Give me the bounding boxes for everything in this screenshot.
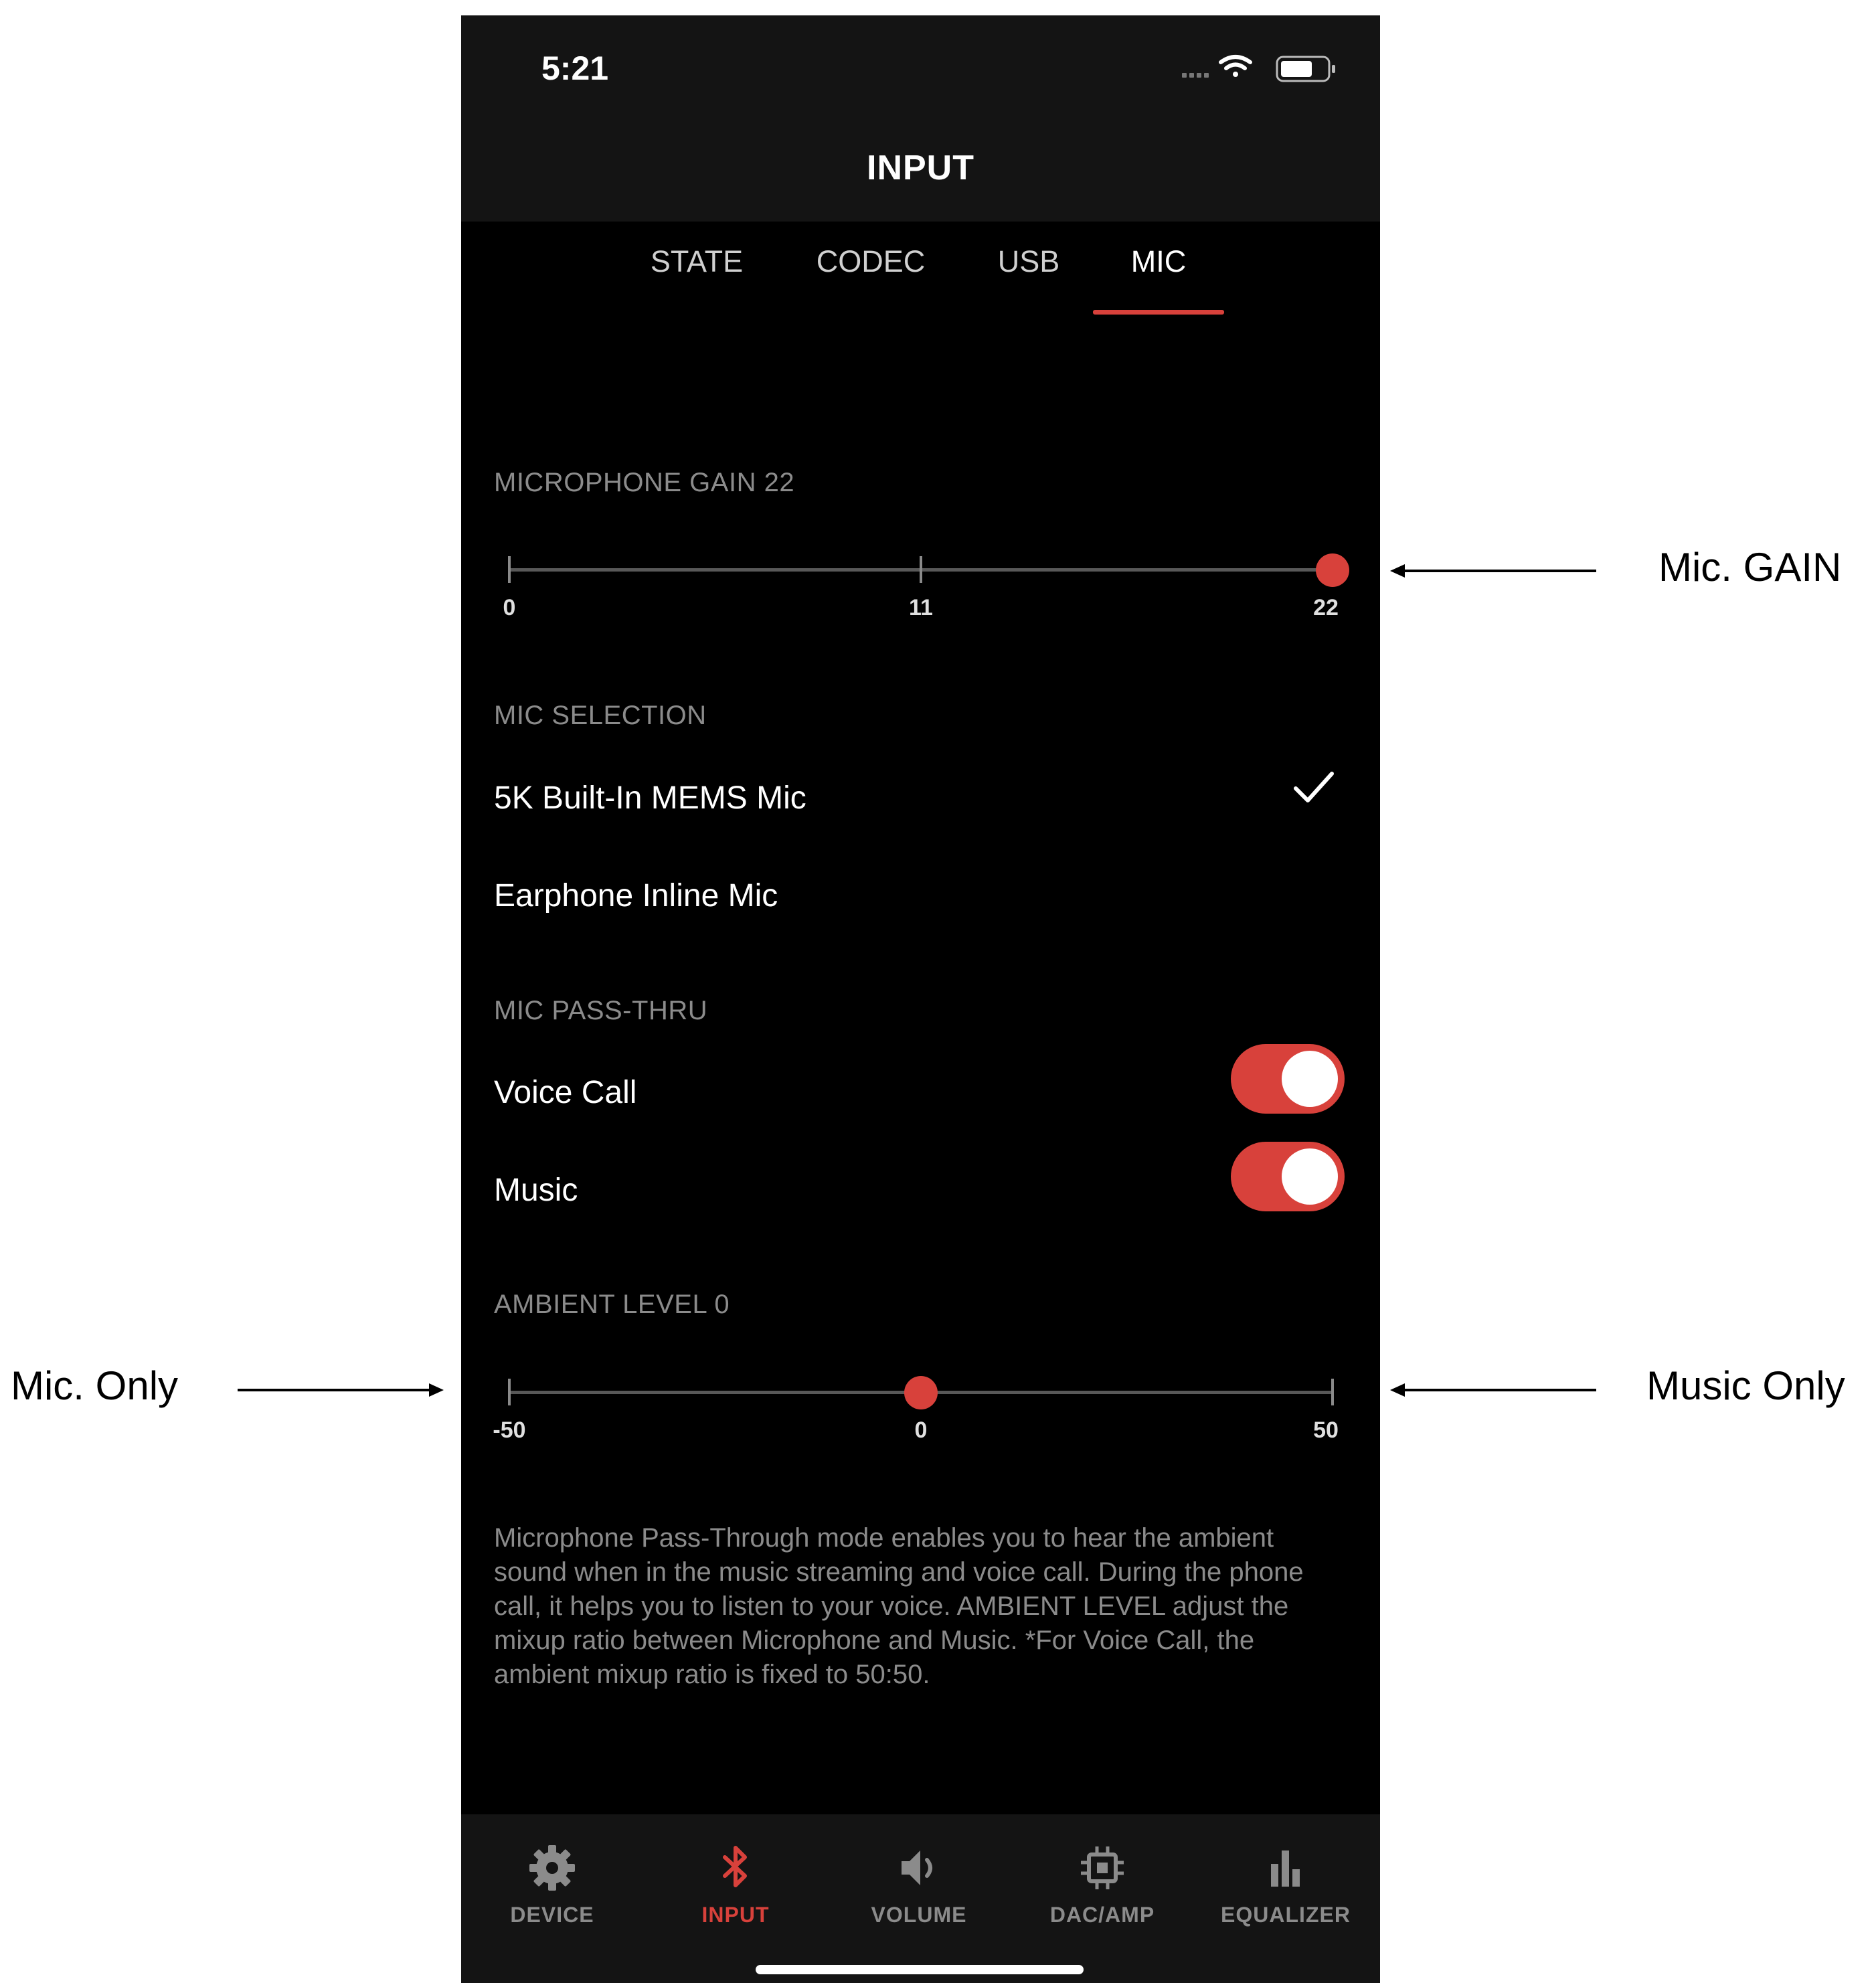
- bar-chart-icon: [1271, 1850, 1300, 1887]
- ambient-level-slider[interactable]: [508, 1372, 1334, 1412]
- mic-selection-label: MIC SELECTION: [494, 701, 707, 730]
- slider-tick: [508, 1379, 511, 1405]
- arrow-left-icon: [1390, 1383, 1596, 1397]
- nav-equalizer[interactable]: EQUALIZER: [1199, 1841, 1373, 1927]
- bluetooth-icon: [723, 1846, 747, 1887]
- slider-thumb[interactable]: [1316, 553, 1349, 587]
- gain-tick-label-min: 0: [503, 595, 516, 620]
- gear-icon: [529, 1845, 575, 1891]
- tab-usb[interactable]: USB: [998, 244, 1060, 279]
- battery-icon: [1276, 56, 1335, 82]
- nav-label: INPUT: [701, 1903, 770, 1927]
- status-icons: [1182, 55, 1335, 82]
- speaker-icon: [902, 1850, 932, 1885]
- toggle-knob: [1282, 1051, 1338, 1107]
- microphone-gain-label: MICROPHONE GAIN 22: [494, 468, 795, 497]
- nav-device[interactable]: DEVICE: [465, 1841, 639, 1927]
- ambient-tick-label-min: -50: [493, 1417, 526, 1443]
- chip-icon: [1081, 1846, 1124, 1889]
- mic-option-inline[interactable]: Earphone Inline Mic: [494, 877, 778, 914]
- mic-pass-thru-label: MIC PASS-THRU: [494, 996, 708, 1025]
- arrow-left-icon: [1390, 564, 1596, 578]
- tab-mic[interactable]: MIC: [1131, 244, 1187, 279]
- status-time: 5:21: [541, 50, 609, 87]
- music-label: Music: [494, 1173, 578, 1208]
- annotation-mic-gain: Mic. GAIN: [1658, 545, 1842, 590]
- voice-call-toggle[interactable]: [1231, 1044, 1345, 1114]
- bottom-navigation: DEVICE INPUT VOLUME DAC/AMP EQUALIZER: [461, 1814, 1380, 1983]
- screenshot-stage: 5:21 INPUT STATE CODEC USB MIC MICROPHON…: [0, 0, 1876, 1983]
- gain-tick-label-mid: 11: [909, 595, 933, 620]
- page-title: INPUT: [867, 149, 974, 187]
- slider-tick: [508, 556, 511, 583]
- nav-input[interactable]: INPUT: [649, 1841, 823, 1927]
- voice-call-label: Voice Call: [494, 1075, 637, 1110]
- signal-icon: [1182, 73, 1209, 78]
- phone-screen: 5:21 INPUT STATE CODEC USB MIC MICROPHON…: [461, 15, 1380, 1983]
- nav-label: DEVICE: [510, 1903, 594, 1927]
- wifi-icon: [1219, 55, 1252, 77]
- toggle-knob: [1282, 1148, 1338, 1205]
- slider-tick: [920, 556, 922, 583]
- checkmark-icon: [1294, 772, 1334, 802]
- gain-tick-label-max: 22: [1313, 595, 1339, 620]
- nav-volume[interactable]: VOLUME: [832, 1841, 1006, 1927]
- nav-dac-amp[interactable]: DAC/AMP: [1015, 1841, 1189, 1927]
- nav-label: EQUALIZER: [1221, 1903, 1351, 1927]
- slider-tick: [1331, 1379, 1334, 1405]
- active-tab-indicator: [1093, 310, 1224, 315]
- nav-label: VOLUME: [871, 1903, 967, 1927]
- top-bar: 5:21 INPUT: [461, 15, 1380, 222]
- music-toggle[interactable]: [1231, 1142, 1345, 1211]
- arrow-right-icon: [238, 1383, 444, 1397]
- ambient-tick-label-max: 50: [1313, 1417, 1339, 1443]
- nav-label: DAC/AMP: [1049, 1903, 1155, 1927]
- microphone-gain-slider[interactable]: [508, 549, 1349, 590]
- slider-thumb[interactable]: [904, 1376, 938, 1409]
- annotation-mic-only: Mic. Only: [11, 1363, 179, 1408]
- ambient-level-label: AMBIENT LEVEL 0: [494, 1290, 730, 1319]
- pass-through-description: Microphone Pass-Through mode enables you…: [494, 1523, 1304, 1689]
- home-indicator: [756, 1965, 1084, 1974]
- tab-state[interactable]: STATE: [651, 244, 743, 279]
- ambient-tick-label-mid: 0: [914, 1417, 928, 1443]
- annotation-music-only: Music Only: [1646, 1363, 1845, 1408]
- mic-option-builtin[interactable]: 5K Built-In MEMS Mic: [494, 780, 806, 816]
- tab-codec[interactable]: CODEC: [817, 244, 926, 279]
